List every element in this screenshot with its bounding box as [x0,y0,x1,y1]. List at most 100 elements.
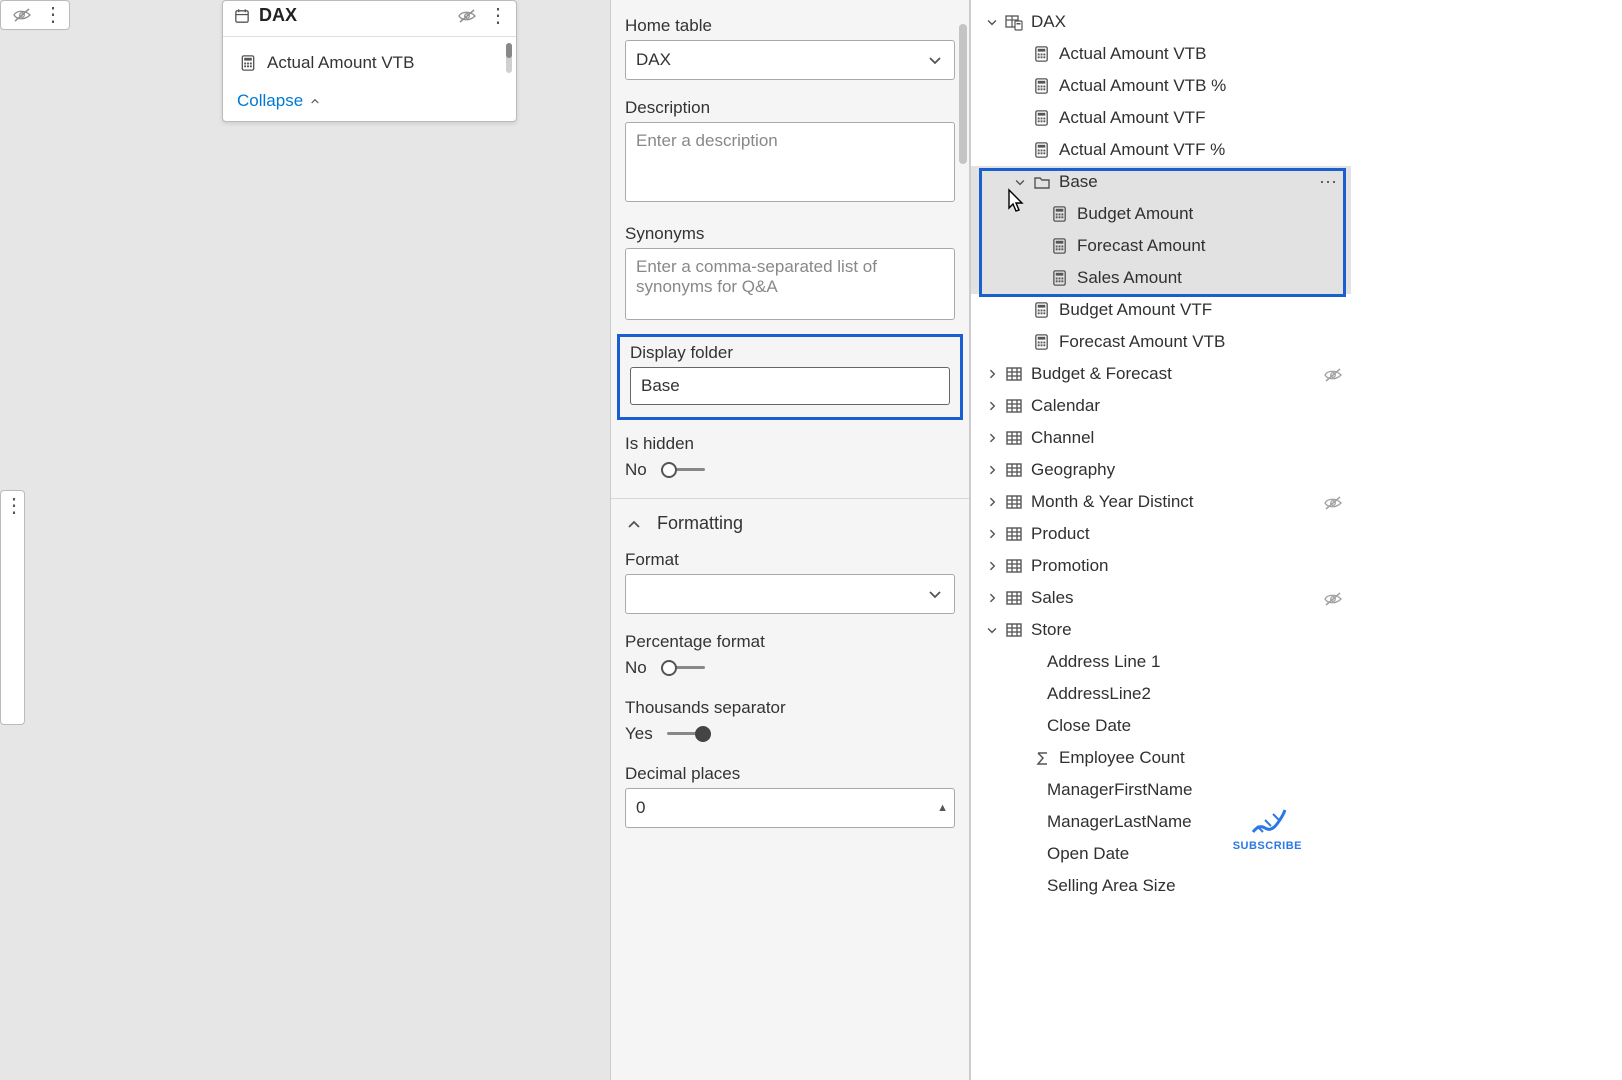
chevron-right-icon [983,527,1001,541]
more-icon[interactable]: ⋯ [1319,172,1343,193]
description-input[interactable]: Enter a description [625,122,955,202]
tree-label: Actual Amount VTF % [1059,140,1343,160]
tree-measure[interactable]: Forecast Amount VTB [971,326,1351,358]
home-table-select[interactable]: DAX [625,40,955,80]
card-partial: ⋮ [0,0,70,30]
card-measure-label: Actual Amount VTB [267,53,414,73]
chevron-down-icon [926,51,944,69]
subscribe-watermark: SUBSCRIBE [1233,802,1302,852]
format-label: Format [625,550,955,570]
decimal-value: 0 [636,798,645,818]
tree-table-store[interactable]: Store [971,614,1351,646]
tree-measure[interactable]: Budget Amount [971,198,1351,230]
tree-column[interactable]: Selling Area Size [971,870,1351,902]
sigma-icon [1033,749,1051,767]
eye-hidden-icon[interactable] [11,5,33,25]
more-icon[interactable]: ⋮ [4,499,24,513]
display-folder-input[interactable] [630,367,950,405]
tree-label: Budget Amount [1077,204,1343,224]
formatting-section-header[interactable]: Formatting [611,498,969,538]
synonyms-input[interactable]: Enter a comma-separated list of synonyms… [625,248,955,320]
eye-hidden-icon[interactable] [1323,589,1343,607]
tree-label: Calendar [1031,396,1343,416]
thousands-toggle[interactable] [667,725,711,743]
tree-label: Base [1059,172,1319,192]
more-icon[interactable]: ⋮ [43,8,63,22]
measure-icon [1033,301,1051,319]
card-measure-row[interactable]: Actual Amount VTB [235,47,504,79]
formatting-title: Formatting [657,513,743,534]
tree-label: Actual Amount VTF [1059,108,1343,128]
tree-table-dax[interactable]: DAX [971,6,1351,38]
table-icon [1005,621,1023,639]
tree-table[interactable]: Sales [971,582,1351,614]
decimal-stepper[interactable]: 0 ▲ [625,788,955,828]
home-table-value: DAX [636,50,671,70]
synonyms-label: Synonyms [625,224,955,244]
tree-table[interactable]: Promotion [971,550,1351,582]
chevron-down-icon [926,585,944,603]
tree-table[interactable]: Channel [971,422,1351,454]
chevron-up-icon [625,515,643,533]
tree-measure[interactable]: Budget Amount VTF [971,294,1351,326]
tree-label: Product [1031,524,1343,544]
tree-label: Address Line 1 [1047,652,1343,672]
tree-measure[interactable]: Forecast Amount [971,230,1351,262]
card-title: DAX [259,5,456,26]
description-label: Description [625,98,955,118]
card-header[interactable]: DAX ⋮ [223,1,516,37]
tree-column-sum[interactable]: Employee Count [971,742,1351,774]
fields-pane: DAX Actual Amount VTB Actual Amount VTB … [970,0,1622,1080]
chevron-right-icon [983,463,1001,477]
tree-measure[interactable]: Actual Amount VTF % [971,134,1351,166]
tree-table[interactable]: Calendar [971,390,1351,422]
eye-hidden-icon[interactable] [1323,493,1343,511]
tree-column[interactable]: Address Line 1 [971,646,1351,678]
table-icon [1005,557,1023,575]
tree-table[interactable]: Month & Year Distinct [971,486,1351,518]
percentage-toggle[interactable] [661,659,705,677]
chevron-right-icon [983,399,1001,413]
tree-label: Forecast Amount VTB [1059,332,1343,352]
tree-column[interactable]: Close Date [971,710,1351,742]
scrollbar-thumb[interactable] [959,24,967,164]
collapse-link[interactable]: Collapse [223,85,516,121]
tree-table[interactable]: Budget & Forecast [971,358,1351,390]
table-card-dax[interactable]: DAX ⋮ Actual Amount VTB Collapse [222,0,517,122]
home-table-label: Home table [625,16,955,36]
tree-label: Selling Area Size [1047,876,1343,896]
eye-hidden-icon[interactable] [1323,365,1343,383]
tree-label: Promotion [1031,556,1343,576]
tree-label: DAX [1031,12,1343,32]
tree-label: Geography [1031,460,1343,480]
decimal-label: Decimal places [625,764,955,784]
date-icon [233,7,251,25]
tree-table[interactable]: Geography [971,454,1351,486]
tree-measure[interactable]: Actual Amount VTF [971,102,1351,134]
tree-measure[interactable]: Actual Amount VTB % [971,70,1351,102]
thousands-state: Yes [625,724,653,744]
measure-icon [1051,237,1069,255]
tree-label: Budget Amount VTF [1059,300,1343,320]
eye-hidden-icon[interactable] [456,6,478,26]
format-select[interactable] [625,574,955,614]
tree-label: Sales Amount [1077,268,1343,288]
tree-folder-base[interactable]: Base ⋯ [971,166,1351,198]
is-hidden-toggle[interactable] [661,461,705,479]
table-icon [1005,589,1023,607]
scrollbar[interactable] [959,0,967,1080]
chevron-right-icon [983,367,1001,381]
more-icon[interactable]: ⋮ [488,9,508,23]
tree-label: Budget & Forecast [1031,364,1323,384]
measure-icon [1033,77,1051,95]
tree-column[interactable]: AddressLine2 [971,678,1351,710]
measure-icon [239,54,257,72]
tree-label: Forecast Amount [1077,236,1343,256]
tree-measure[interactable]: Sales Amount [971,262,1351,294]
scrollbar-thumb[interactable] [506,43,512,58]
chevron-down-icon [983,623,1001,637]
tree-measure[interactable]: Actual Amount VTB [971,38,1351,70]
is-hidden-state: No [625,460,647,480]
tree-table[interactable]: Product [971,518,1351,550]
chevron-right-icon [983,495,1001,509]
